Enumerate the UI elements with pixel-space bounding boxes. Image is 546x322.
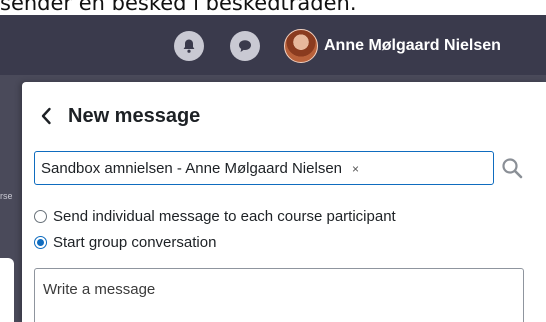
radio-individual[interactable] [34, 209, 47, 223]
recipient-input[interactable]: Sandbox amnielsen - Anne Mølgaard Nielse… [34, 151, 494, 185]
message-input[interactable]: Write a message [34, 268, 524, 322]
top-navbar: Anne Mølgaard Nielsen [0, 15, 546, 75]
remove-recipient-button[interactable]: × [352, 162, 359, 176]
option-individual-label: Send individual message to each course p… [53, 207, 396, 225]
recipient-chip[interactable]: Sandbox amnielsen - Anne Mølgaard Nielse… [41, 158, 359, 180]
message-placeholder: Write a message [43, 281, 156, 298]
radio-group[interactable] [34, 235, 47, 249]
search-button[interactable] [500, 156, 524, 180]
option-group-conversation[interactable]: Start group conversation [34, 232, 216, 252]
user-name[interactable]: Anne Mølgaard Nielsen [324, 35, 501, 57]
bell-icon[interactable] [174, 31, 204, 61]
search-icon [502, 158, 523, 179]
option-individual-message[interactable]: Send individual message to each course p… [34, 206, 396, 226]
background-text-fragment: rse [0, 191, 12, 201]
chat-bubble-icon[interactable] [230, 31, 260, 61]
chevron-left-icon [41, 107, 51, 125]
bell-glyph [183, 39, 195, 53]
option-group-label: Start group conversation [53, 233, 217, 251]
drawer-title: New message [68, 105, 201, 127]
chat-glyph [239, 40, 251, 52]
back-button[interactable] [36, 104, 56, 128]
background-page-edge [0, 258, 14, 322]
avatar[interactable] [284, 29, 318, 63]
page-caption: sender en besked i beskedtråden. [0, 0, 357, 15]
recipient-chip-label: Sandbox amnielsen - Anne Mølgaard Nielse… [41, 160, 343, 177]
message-drawer: New message Sandbox amnielsen - Anne Møl… [22, 82, 546, 322]
